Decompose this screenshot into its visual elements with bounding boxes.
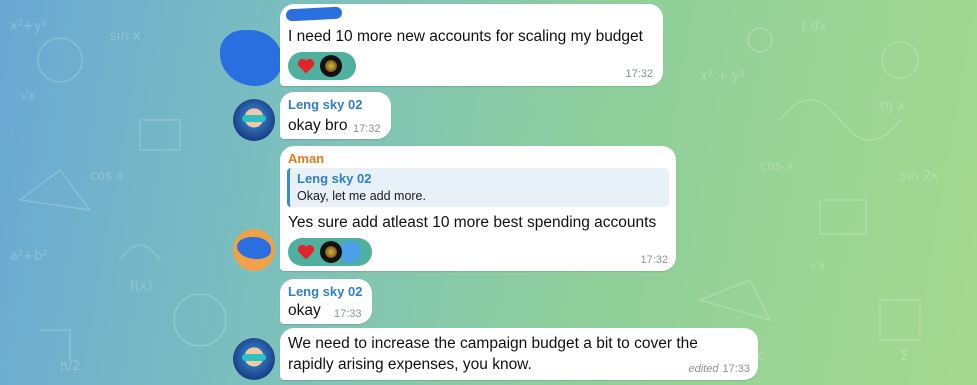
- svg-text:cos x: cos x: [90, 169, 124, 184]
- message-text: We need to increase the campaign budget …: [288, 335, 698, 373]
- reaction-avatar[interactable]: [320, 241, 342, 263]
- message-text: Yes sure add atleast 10 more best spendi…: [288, 214, 657, 231]
- sender-name: Leng sky 02: [288, 284, 363, 299]
- svg-text:π/2: π/2: [60, 359, 80, 374]
- svg-text:x² + y²: x² + y²: [700, 69, 745, 84]
- svg-text:tg x: tg x: [880, 99, 905, 114]
- svg-text:√x: √x: [810, 259, 826, 274]
- sender-name: Aman: [288, 151, 325, 166]
- svg-text:f(x): f(x): [130, 279, 152, 294]
- svg-text:x²+y²: x²+y²: [10, 19, 47, 34]
- message-time: 17:32: [640, 254, 668, 266]
- message-text: I need 10 more new accounts for scaling …: [288, 28, 643, 45]
- message-bubble-4[interactable]: Leng sky 02 okay 17:33: [280, 279, 372, 324]
- edited-label: edited: [688, 363, 719, 375]
- message-bubble-2[interactable]: Leng sky 02 okay bro 17:32: [280, 92, 391, 139]
- message-time: 17:32: [353, 123, 381, 135]
- reaction-avatar[interactable]: [320, 55, 342, 77]
- message-time: 17:33: [334, 308, 362, 320]
- message-time: 17:32: [625, 68, 653, 80]
- reactions-bar[interactable]: [288, 238, 372, 266]
- message-bubble-5[interactable]: We need to increase the campaign budget …: [280, 328, 758, 380]
- sender-name: Leng sky 02: [288, 97, 363, 112]
- avatar-leng-sky[interactable]: [233, 99, 275, 141]
- message-bubble-1[interactable]: I need 10 more new accounts for scaling …: [280, 4, 663, 86]
- svg-text:a²+b²: a²+b²: [10, 249, 48, 264]
- svg-text:√x: √x: [20, 89, 36, 104]
- reply-quote[interactable]: Leng sky 02 Okay, let me add more.: [287, 168, 669, 207]
- message-time: edited 17:33: [688, 363, 750, 375]
- reply-text: Okay, let me add more.: [297, 189, 426, 203]
- redacted-sender-name: [285, 6, 343, 22]
- heart-icon[interactable]: [296, 56, 316, 76]
- svg-text:Σ: Σ: [900, 349, 908, 364]
- message-text: okay: [288, 302, 321, 319]
- avatar-aman[interactable]: [233, 229, 275, 271]
- reply-sender-name: Leng sky 02: [297, 171, 372, 186]
- svg-text:cos x: cos x: [760, 159, 794, 174]
- heart-icon[interactable]: [296, 242, 316, 262]
- message-bubble-3[interactable]: Aman Leng sky 02 Okay, let me add more. …: [280, 146, 676, 271]
- message-text: okay bro: [288, 117, 348, 134]
- svg-text:∫ dx: ∫ dx: [800, 19, 827, 34]
- reactions-bar[interactable]: [288, 52, 356, 80]
- avatar-leng-sky[interactable]: [233, 338, 275, 380]
- time-value: 17:33: [722, 363, 750, 375]
- svg-text:sin x: sin x: [110, 29, 141, 44]
- svg-text:sin 2x: sin 2x: [900, 169, 939, 184]
